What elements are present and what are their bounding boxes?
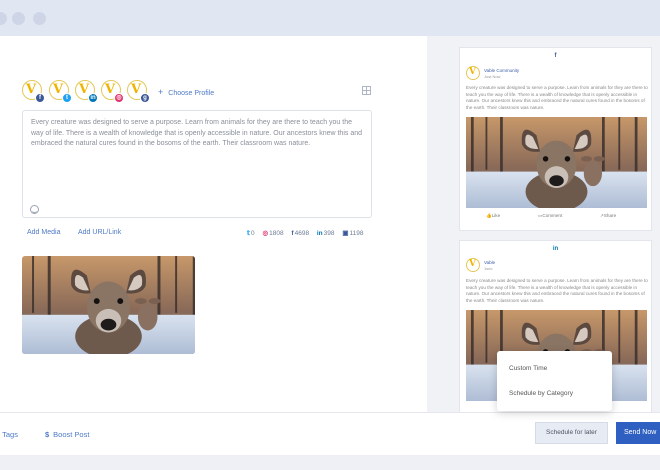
card-media-image [466, 117, 647, 208]
card-timestamp: Just Now [484, 74, 501, 79]
counter-value: 0 [251, 230, 255, 237]
comment-label: Comment [542, 213, 563, 218]
dollar-icon: $ [45, 430, 50, 439]
counter-value: 4698 [294, 230, 310, 237]
instagram-icon: ◎ [114, 93, 124, 103]
profile-avatar-twitter[interactable]: V t [49, 80, 72, 103]
card-avatar: V [466, 258, 480, 272]
menu-item-schedule-by-category[interactable]: Schedule by Category [509, 390, 573, 397]
share-action: ↗ Share [600, 213, 617, 218]
linkedin-icon: in [552, 246, 559, 252]
facebook-icon: f [291, 230, 294, 237]
profile-avatar-google-business[interactable]: V g [127, 80, 150, 103]
counter-instagram: ◎1808 [262, 229, 283, 237]
like-action: 👍 Like [486, 213, 501, 218]
linkedin-icon: in [316, 230, 323, 237]
layout-grid-icon[interactable] [362, 86, 371, 95]
comment-action: ▭ Comment [538, 213, 563, 218]
attached-media-image[interactable] [22, 256, 195, 354]
like-label: Like [491, 213, 501, 218]
google-business-icon: g [140, 93, 150, 103]
window-maximize-dot[interactable] [33, 12, 46, 25]
counter-facebook: f4698 [291, 230, 309, 237]
add-media-link[interactable]: Add Media [27, 229, 60, 236]
counter-value: 398 [323, 230, 335, 237]
post-text[interactable]: Every creature was designed to serve a p… [31, 118, 365, 150]
instagram-icon: ◎ [262, 230, 269, 237]
profile-avatar-facebook[interactable]: V f [22, 80, 45, 103]
choose-profile-button[interactable]: + Choose Profile [158, 87, 214, 97]
send-now-button[interactable]: Send Now [616, 422, 660, 444]
share-label: Share [603, 213, 617, 218]
twitter-icon: t [62, 93, 72, 103]
vable-logo-icon: V [469, 67, 476, 77]
vable-logo-icon: V [469, 259, 476, 269]
emoji-icon[interactable] [30, 205, 39, 214]
choose-profile-label: Choose Profile [168, 90, 215, 97]
facebook-icon: f [35, 93, 45, 103]
card-post-text: Every creature was designed to serve a p… [466, 85, 648, 111]
add-url-link[interactable]: Add URL/Link [78, 229, 121, 236]
boost-post-button[interactable]: $ Boost Post [45, 430, 89, 439]
schedule-for-later-button[interactable]: Schedule for later [535, 422, 608, 444]
linkedin-icon: in [88, 93, 98, 103]
add-tags-button[interactable]: d Tags [0, 430, 18, 439]
card-timestamp: 1sec [484, 266, 493, 271]
schedule-menu: Custom Time Schedule by Category [497, 351, 612, 411]
composer-footer: d Tags $Boost Post Schedule for later Se… [0, 412, 660, 455]
facebook-icon: f [554, 53, 557, 59]
counter-value: 1198 [349, 230, 364, 237]
profile-avatar-linkedin[interactable]: V in [75, 80, 98, 103]
boost-post-label: Boost Post [53, 430, 90, 439]
post-text-editor[interactable]: Every creature was designed to serve a p… [22, 110, 372, 218]
post-composer: V f V t V in V ◎ V g + Choose Profile Eve… [0, 36, 427, 412]
twitter-icon: 𝕥 [247, 230, 251, 237]
card-author-name: Vable Community [484, 68, 520, 73]
deer-photo [22, 256, 195, 354]
google-business-icon: ▣ [342, 230, 349, 237]
plus-icon: + [158, 87, 164, 97]
window-titlebar [0, 0, 660, 36]
deer-photo [466, 117, 647, 208]
card-post-text: Every creature was designed to serve a p… [466, 278, 648, 304]
menu-item-custom-time[interactable]: Custom Time [509, 365, 547, 372]
profile-avatar-instagram[interactable]: V ◎ [101, 80, 124, 103]
card-avatar: V [466, 66, 480, 80]
counter-value: 1808 [269, 230, 284, 237]
counter-linkedin: in398 [317, 230, 335, 237]
card-author-name: Vable [484, 260, 496, 265]
card-actions: 👍 Like ▭ Comment ↗ Share [460, 213, 653, 223]
counter-google-business: ▣1198 [342, 229, 363, 237]
character-counters: 𝕥0 ◎1808 f4698 in398 ▣1198 [247, 229, 369, 237]
counter-twitter: 𝕥0 [247, 229, 255, 237]
window-minimize-dot[interactable] [12, 12, 25, 25]
window-bottom-edge [0, 455, 660, 470]
facebook-preview-card: f V Vable Community Just Now Every creat… [459, 47, 652, 231]
window-close-dot[interactable] [0, 12, 7, 25]
